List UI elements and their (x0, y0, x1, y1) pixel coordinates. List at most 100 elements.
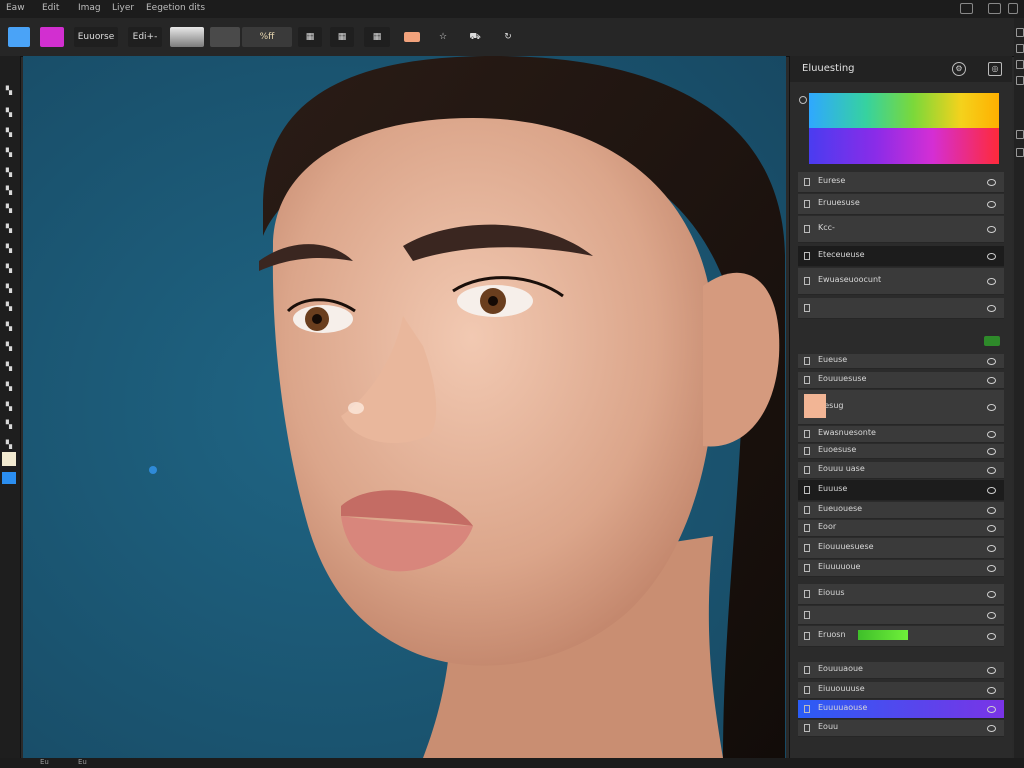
close-icon[interactable] (1008, 3, 1018, 14)
visibility-eye-icon[interactable] (987, 358, 996, 365)
layer-row[interactable]: Eueuouese (798, 502, 1004, 519)
healing-tool-icon[interactable]: ▚ (2, 186, 16, 196)
gradient-tool-icon[interactable]: ▚ (2, 284, 16, 294)
visibility-eye-icon[interactable] (987, 305, 996, 312)
lasso-tool-icon[interactable]: ▚ (2, 128, 16, 138)
airbrush-icon[interactable]: ▦ (298, 27, 322, 47)
edit-dropdown[interactable]: Edi+- (128, 27, 162, 47)
panel-collapse-icon-4[interactable] (1016, 76, 1024, 85)
skin-swatch[interactable] (400, 27, 424, 47)
visibility-eye-icon[interactable] (987, 226, 996, 233)
panel-collapse-icon-3[interactable] (1016, 60, 1024, 69)
layer-row[interactable] (798, 298, 1004, 319)
blur-tool-icon[interactable]: ▚ (2, 302, 16, 312)
layer-row[interactable]: Eruuesuse (798, 194, 1004, 215)
visibility-eye-icon[interactable] (987, 487, 996, 494)
star-icon[interactable]: ☆ (432, 27, 454, 47)
visibility-eye-icon[interactable] (987, 253, 996, 260)
eraser-tool-icon[interactable]: ▚ (2, 264, 16, 274)
menu-image[interactable]: Imag (78, 3, 101, 13)
layer-row[interactable]: Eiouuuesuese (798, 538, 1004, 559)
menu-layer[interactable]: Liyer (112, 3, 134, 13)
visibility-eye-icon[interactable] (987, 467, 996, 474)
visibility-eye-icon[interactable] (987, 448, 996, 455)
background-color-chip[interactable] (2, 472, 16, 484)
move-tool-icon[interactable]: ▚ (2, 86, 16, 96)
layer-row[interactable]: Eteceueuse (798, 246, 1004, 267)
layer-row[interactable]: Eoor (798, 520, 1004, 537)
foreground-color-chip[interactable] (2, 452, 16, 466)
stamp-tool-icon[interactable]: ▚ (2, 224, 16, 234)
visibility-eye-icon[interactable] (987, 633, 996, 640)
settings-icon[interactable]: ⚙ (952, 62, 966, 76)
layer-row[interactable]: Ewuaseuoocunt (798, 268, 1004, 295)
visibility-eye-icon[interactable] (987, 525, 996, 532)
visibility-eye-icon[interactable] (987, 201, 996, 208)
layer-row[interactable]: Eouuuesuse (798, 372, 1004, 389)
visibility-eye-icon[interactable] (987, 507, 996, 514)
visibility-eye-icon[interactable] (987, 667, 996, 674)
minimize-icon[interactable] (960, 3, 973, 14)
type-tool-icon[interactable]: ▚ (2, 362, 16, 372)
pen-tool-icon[interactable]: ▚ (2, 342, 16, 352)
layer-row[interactable]: Kcc- (798, 216, 1004, 243)
dodge-tool-icon[interactable]: ▚ (2, 322, 16, 332)
maximize-icon[interactable] (988, 3, 1001, 14)
marquee-tool-icon[interactable]: ▚ (2, 108, 16, 118)
brush-tip-icon[interactable] (210, 27, 240, 47)
green-toggle-icon[interactable] (984, 336, 1000, 346)
background-swatch[interactable] (40, 27, 64, 47)
eyedropper-tool-icon[interactable]: ▚ (2, 168, 16, 178)
color-spectrum-lower[interactable] (809, 128, 999, 164)
layer-row[interactable]: Ewasnuesonte (798, 426, 1004, 443)
menu-file[interactable]: Eaw (6, 3, 25, 13)
visibility-eye-icon[interactable] (987, 404, 996, 411)
layer-row[interactable]: Eueuse (798, 336, 1004, 369)
layer-row[interactable]: Eouu (798, 720, 1004, 737)
document-canvas[interactable] (23, 56, 786, 758)
panel-menu-icon[interactable]: ◎ (988, 62, 1002, 76)
brush-tool-icon[interactable]: ▚ (2, 204, 16, 214)
brush-preset-icon[interactable] (170, 27, 204, 47)
stamp-icon[interactable]: ⛟ (464, 27, 486, 47)
menu-edit[interactable]: Edit (42, 3, 59, 13)
spectrum-picker-icon[interactable] (799, 96, 807, 104)
layer-row[interactable]: Eouuuaoue (798, 662, 1004, 679)
visibility-eye-icon[interactable] (987, 179, 996, 186)
mode-dropdown[interactable]: Euuorse (74, 27, 118, 47)
layer-row[interactable]: Eiouus (798, 584, 1004, 605)
layer-row[interactable]: Eiuuuuoue (798, 560, 1004, 577)
visibility-eye-icon[interactable] (987, 687, 996, 694)
foreground-swatch[interactable] (8, 27, 30, 47)
visibility-eye-icon[interactable] (987, 278, 996, 285)
flow-icon[interactable]: ▦ (330, 27, 354, 47)
layer-row[interactable]: Eiuuouuuse (798, 682, 1004, 699)
green-adjustment-bar[interactable] (858, 630, 908, 640)
crop-tool-icon[interactable]: ▚ (2, 148, 16, 158)
layer-row[interactable]: Euoesuse (798, 444, 1004, 459)
rotate-icon[interactable]: ↻ (496, 27, 520, 47)
layer-row[interactable]: Fiesug (798, 390, 1004, 425)
layer-row[interactable]: Euuuse (798, 480, 1004, 501)
layer-row[interactable]: Eouuu uase (798, 462, 1004, 479)
layer-row[interactable]: Eruosn (798, 626, 1004, 647)
visibility-eye-icon[interactable] (987, 612, 996, 619)
layer-row[interactable] (798, 606, 1004, 625)
panel-collapse-icon-1[interactable] (1016, 28, 1024, 37)
hand-tool-icon[interactable]: ▚ (2, 420, 16, 430)
shape-tool-icon[interactable]: ▚ (2, 402, 16, 412)
zoom-tool-icon[interactable]: ▚ (2, 440, 16, 450)
layer-row[interactable]: Eurese (798, 172, 1004, 193)
visibility-eye-icon[interactable] (987, 706, 996, 713)
opacity-field[interactable]: %ff (242, 27, 292, 47)
visibility-eye-icon[interactable] (987, 565, 996, 572)
visibility-eye-icon[interactable] (987, 431, 996, 438)
smoothing-icon[interactable]: ▦ (364, 27, 390, 47)
panel-collapse-icon-2[interactable] (1016, 44, 1024, 53)
visibility-eye-icon[interactable] (987, 545, 996, 552)
panel-collapse-icon-6[interactable] (1016, 148, 1024, 157)
visibility-eye-icon[interactable] (987, 377, 996, 384)
menu-selection[interactable]: Eegetion dits (146, 3, 205, 13)
visibility-eye-icon[interactable] (987, 591, 996, 598)
visibility-eye-icon[interactable] (987, 725, 996, 732)
